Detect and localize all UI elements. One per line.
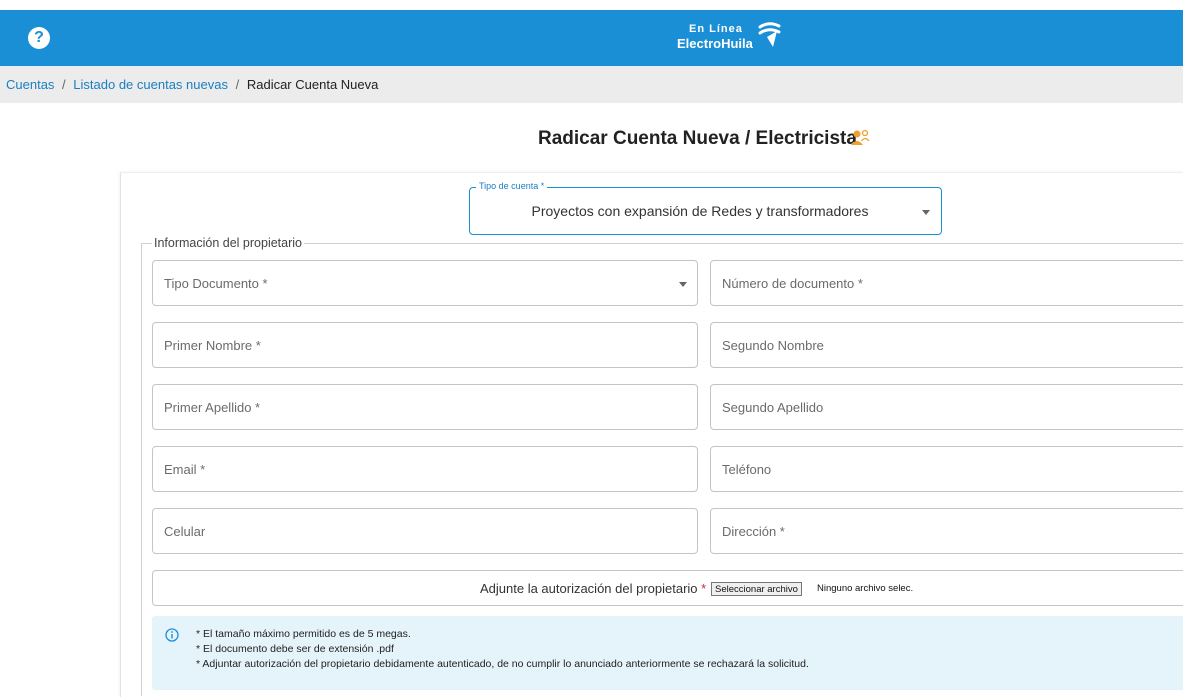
info-alert: * El tamaño máximo permitido es de 5 meg… xyxy=(152,616,1183,690)
primer-nombre-input[interactable]: Primer Nombre * xyxy=(152,322,698,368)
segundo-apellido-label: Segundo Apellido xyxy=(722,400,824,415)
direccion-label: Dirección * xyxy=(722,524,785,539)
select-file-button[interactable]: Seleccionar archivo xyxy=(711,582,802,596)
info-line: * El documento debe ser de extensión .pd… xyxy=(196,643,394,655)
direccion-input[interactable]: Dirección * xyxy=(710,508,1183,554)
page-title: Radicar Cuenta Nueva / Electricista xyxy=(538,128,857,149)
logo-line-2: ElectroHuila xyxy=(677,36,753,51)
breadcrumb-current: Radicar Cuenta Nueva xyxy=(246,77,379,92)
primer-apellido-label: Primer Apellido * xyxy=(164,400,261,415)
tipo-cuenta-select[interactable]: Proyectos con expansión de Redes y trans… xyxy=(469,187,942,235)
segundo-apellido-input[interactable]: Segundo Apellido xyxy=(710,384,1183,430)
logo-line-1: En Línea xyxy=(689,23,743,35)
tipo-documento-select[interactable]: Tipo Documento * xyxy=(152,260,698,306)
logo-wave-icon xyxy=(758,22,781,47)
tipo-cuenta-value: Proyectos con expansión de Redes y trans… xyxy=(531,203,869,219)
numero-documento-input[interactable]: Número de documento * xyxy=(710,260,1183,306)
primer-apellido-input[interactable]: Primer Apellido * xyxy=(152,384,698,430)
breadcrumb: Cuentas / Listado de cuentas nuevas / Ra… xyxy=(0,66,1183,103)
chevron-down-icon xyxy=(922,210,930,215)
info-line: * El tamaño máximo permitido es de 5 meg… xyxy=(196,628,411,640)
info-line: * Adjuntar autorización del propietario … xyxy=(196,658,809,670)
upload-label: Adjunte la autorización del propietario … xyxy=(480,581,706,596)
segundo-nombre-input[interactable]: Segundo Nombre xyxy=(710,322,1183,368)
top-header-bar: ? En Línea ElectroHuila xyxy=(0,10,1183,66)
numero-documento-label: Número de documento * xyxy=(722,276,863,291)
celular-label: Celular xyxy=(164,524,206,539)
telefono-label: Teléfono xyxy=(722,462,772,477)
tipo-documento-label: Tipo Documento * xyxy=(164,276,268,291)
upload-authorization-row: Adjunte la autorización del propietario … xyxy=(152,570,1183,606)
users-icon xyxy=(851,129,870,145)
chevron-down-icon xyxy=(679,282,687,287)
file-status-text: Ninguno archivo selec. xyxy=(817,583,914,594)
segundo-nombre-label: Segundo Nombre xyxy=(722,338,824,353)
email-input[interactable]: Email * xyxy=(152,446,698,492)
breadcrumb-cuentas[interactable]: Cuentas xyxy=(6,77,54,92)
breadcrumb-listado[interactable]: Listado de cuentas nuevas xyxy=(73,77,228,92)
owner-section-legend: Información del propietario xyxy=(152,236,304,250)
info-lines: * El tamaño máximo permitido es de 5 meg… xyxy=(196,627,809,672)
info-circle-icon xyxy=(165,628,179,642)
required-mark: * xyxy=(701,581,707,596)
telefono-input[interactable]: Teléfono xyxy=(710,446,1183,492)
question-circle-icon[interactable]: ? xyxy=(28,27,50,49)
primer-nombre-label: Primer Nombre * xyxy=(164,338,261,353)
breadcrumb-separator: / xyxy=(62,77,66,92)
celular-input[interactable]: Celular xyxy=(152,508,698,554)
tipo-cuenta-label: Tipo de cuenta * xyxy=(476,181,548,191)
email-label: Email * xyxy=(164,462,206,477)
upload-label-text: Adjunte la autorización del propietario xyxy=(480,581,698,596)
breadcrumb-separator: / xyxy=(235,77,240,92)
